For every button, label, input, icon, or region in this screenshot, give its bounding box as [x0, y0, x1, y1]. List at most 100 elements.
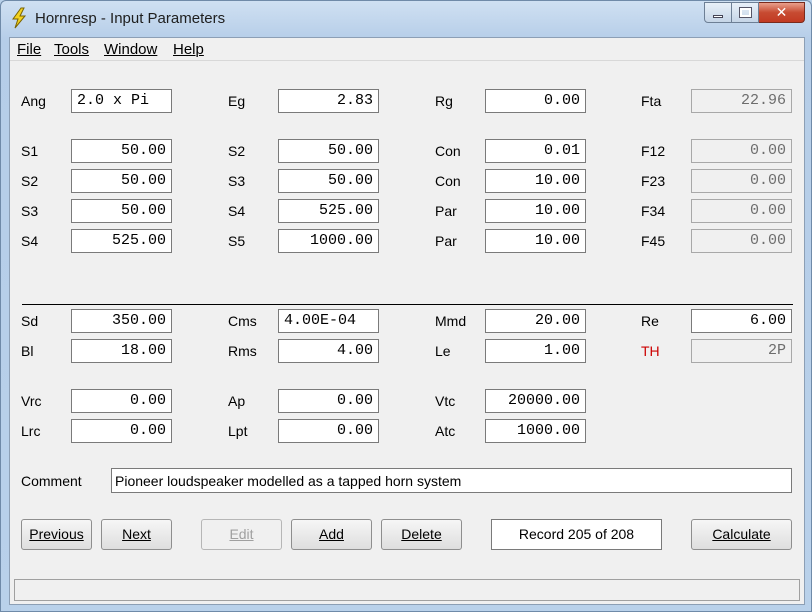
horn-row-3-c-field[interactable]: 10.00: [485, 199, 586, 223]
menu-tools[interactable]: Tools: [54, 41, 89, 58]
fta-field: 22.96: [691, 89, 792, 113]
client-area: File Tools Window Help Ang 2.0 x Pi Eg 2…: [9, 37, 805, 605]
eg-field[interactable]: 2.83: [278, 89, 379, 113]
horn-row-1-s2-field[interactable]: 50.00: [278, 139, 379, 163]
lpt-label: Lpt: [228, 423, 248, 439]
horn-row-2-s2-label: S3: [228, 173, 246, 189]
mmd-label: Mmd: [435, 313, 467, 329]
horn-row-4-f-field: 0.00: [691, 229, 792, 253]
menu-bar: File Tools Window Help: [10, 38, 804, 60]
ang-field[interactable]: 2.0 x Pi: [71, 89, 172, 113]
ang-label: Ang: [21, 93, 46, 109]
rg-label: Rg: [435, 93, 453, 109]
edit-button-label: Edit: [229, 526, 254, 542]
minimize-icon: [713, 15, 723, 18]
status-bar: [14, 579, 800, 601]
horn-row-3-s-label: S3: [21, 203, 39, 219]
vtc-field[interactable]: 20000.00: [485, 389, 586, 413]
atc-field[interactable]: 1000.00: [485, 419, 586, 443]
horn-row-4-f-label: F45: [641, 233, 666, 249]
fta-label: Fta: [641, 93, 662, 109]
ap-field[interactable]: 0.00: [278, 389, 379, 413]
maximize-icon: [738, 7, 752, 18]
horn-row-1-c-label: Con: [435, 143, 461, 159]
horn-row-1-f-field: 0.00: [691, 139, 792, 163]
sd-label: Sd: [21, 313, 39, 329]
menu-file[interactable]: File: [17, 41, 41, 58]
edit-button[interactable]: Edit: [201, 519, 282, 550]
horn-row-3-f-field: 0.00: [691, 199, 792, 223]
horn-row-2-s-label: S2: [21, 173, 39, 189]
add-button[interactable]: Add: [291, 519, 372, 550]
caption-buttons: ✕: [704, 2, 805, 24]
horn-row-2-f-label: F23: [641, 173, 666, 189]
horn-row-4-s2-field[interactable]: 1000.00: [278, 229, 379, 253]
close-button[interactable]: ✕: [759, 2, 805, 23]
le-label: Le: [435, 343, 451, 359]
lrc-field[interactable]: 0.00: [71, 419, 172, 443]
input-parameters-panel: Ang 2.0 x Pi Eg 2.83 Rg 0.00 Fta 22.96 S…: [10, 61, 804, 578]
minimize-button[interactable]: [704, 2, 732, 23]
menu-window[interactable]: Window: [104, 41, 157, 58]
th-field: 2P: [691, 339, 792, 363]
cms-field[interactable]: 4.00E-04: [278, 309, 379, 333]
le-field[interactable]: 1.00: [485, 339, 586, 363]
app-window: Hornresp - Input Parameters ✕ File Tools…: [0, 0, 812, 612]
menu-help[interactable]: Help: [173, 41, 204, 58]
horn-row-2-s-field[interactable]: 50.00: [71, 169, 172, 193]
horn-row-4-s2-label: S5: [228, 233, 246, 249]
atc-label: Atc: [435, 423, 456, 439]
maximize-button[interactable]: [732, 2, 759, 23]
horn-row-1-s-field[interactable]: 50.00: [71, 139, 172, 163]
horn-row-1-c-field[interactable]: 0.01: [485, 139, 586, 163]
close-icon: ✕: [775, 4, 788, 21]
horn-row-3-s2-label: S4: [228, 203, 246, 219]
rms-field[interactable]: 4.00: [278, 339, 379, 363]
delete-button[interactable]: Delete: [381, 519, 462, 550]
re-field[interactable]: 6.00: [691, 309, 792, 333]
lpt-field[interactable]: 0.00: [278, 419, 379, 443]
next-button[interactable]: Next: [101, 519, 172, 550]
th-label: TH: [641, 343, 660, 359]
horn-row-2-c-label: Con: [435, 173, 461, 189]
lrc-label: Lrc: [21, 423, 41, 439]
previous-button[interactable]: Previous: [21, 519, 92, 550]
horn-row-4-c-field[interactable]: 10.00: [485, 229, 586, 253]
calculate-button[interactable]: Calculate: [691, 519, 792, 550]
mmd-field[interactable]: 20.00: [485, 309, 586, 333]
vrc-label: Vrc: [21, 393, 42, 409]
eg-label: Eg: [228, 93, 246, 109]
horn-row-4-c-label: Par: [435, 233, 457, 249]
horn-row-3-s-field[interactable]: 50.00: [71, 199, 172, 223]
section-divider: [22, 304, 793, 305]
horn-row-4-s-label: S4: [21, 233, 39, 249]
vrc-field[interactable]: 0.00: [71, 389, 172, 413]
record-indicator: Record 205 of 208: [491, 519, 662, 550]
lightning-bolt-icon: [12, 7, 27, 29]
comment-field[interactable]: Pioneer loudspeaker modelled as a tapped…: [111, 468, 792, 493]
re-label: Re: [641, 313, 659, 329]
horn-row-1-s2-label: S2: [228, 143, 246, 159]
horn-row-3-s2-field[interactable]: 525.00: [278, 199, 379, 223]
window-title: Hornresp - Input Parameters: [35, 10, 226, 27]
delete-button-label: Delete: [401, 526, 442, 542]
title-bar[interactable]: Hornresp - Input Parameters ✕: [1, 1, 811, 37]
horn-row-2-f-field: 0.00: [691, 169, 792, 193]
bl-field[interactable]: 18.00: [71, 339, 172, 363]
horn-row-1-f-label: F12: [641, 143, 666, 159]
previous-button-label: Previous: [29, 526, 84, 542]
sd-field[interactable]: 350.00: [71, 309, 172, 333]
vtc-label: Vtc: [435, 393, 456, 409]
horn-row-3-f-label: F34: [641, 203, 666, 219]
horn-row-2-s2-field[interactable]: 50.00: [278, 169, 379, 193]
horn-row-2-c-field[interactable]: 10.00: [485, 169, 586, 193]
horn-row-4-s-field[interactable]: 525.00: [71, 229, 172, 253]
ap-label: Ap: [228, 393, 246, 409]
add-button-label: Add: [319, 526, 344, 542]
rg-field[interactable]: 0.00: [485, 89, 586, 113]
cms-label: Cms: [228, 313, 257, 329]
bl-label: Bl: [21, 343, 34, 359]
comment-label: Comment: [21, 473, 82, 489]
rms-label: Rms: [228, 343, 257, 359]
calculate-button-label: Calculate: [712, 526, 771, 542]
